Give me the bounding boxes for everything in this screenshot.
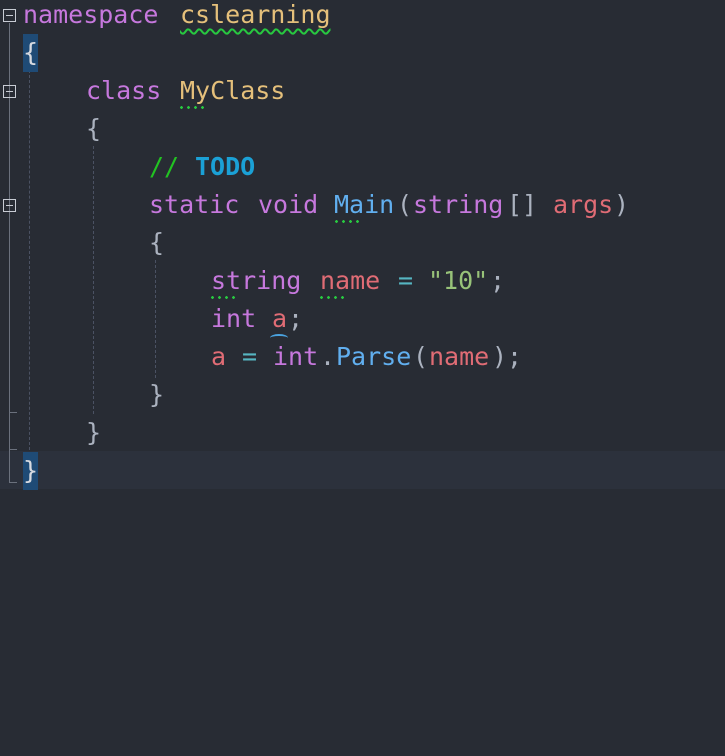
param-array-brackets: [] xyxy=(507,190,538,219)
semicolon: ; xyxy=(507,342,523,371)
keyword-class: class xyxy=(86,76,162,105)
code-line-5[interactable]: // TODO xyxy=(0,148,255,186)
current-line-highlight xyxy=(0,451,725,489)
param-args: args xyxy=(553,190,614,219)
string-suggestion-dots xyxy=(209,296,237,299)
main-open-brace: { xyxy=(149,228,165,257)
var-name-decl: name xyxy=(320,266,381,295)
type-int: int xyxy=(211,304,257,333)
code-line-8[interactable]: string name = "10" ; xyxy=(0,262,505,300)
indent-guide-2 xyxy=(93,146,94,414)
call-open-paren: ( xyxy=(413,342,429,371)
method-parse: Parse xyxy=(336,342,412,371)
type-int-call: int xyxy=(273,342,319,371)
code-line-7[interactable]: { xyxy=(0,224,164,262)
code-line-2[interactable]: { xyxy=(0,34,60,72)
namespace-close-brace: } xyxy=(23,452,39,490)
code-editor[interactable]: namespace cslearning { class MyClass { /… xyxy=(0,0,725,502)
code-line-11[interactable]: } xyxy=(0,376,164,414)
method-name-main: Main xyxy=(334,190,395,219)
var-a-assign: a xyxy=(211,342,227,371)
main-close-brace: } xyxy=(149,380,165,409)
assign-op: = xyxy=(242,342,258,371)
keyword-namespace: namespace xyxy=(23,0,159,29)
todo-marker: TODO xyxy=(195,152,256,181)
class-close-brace: } xyxy=(86,418,102,447)
keyword-void: void xyxy=(258,190,319,219)
assign-op: = xyxy=(398,266,414,295)
namespace-name: cslearning xyxy=(180,0,331,29)
param-type-string: string xyxy=(413,190,504,219)
main-suggestion-dots xyxy=(333,220,361,223)
type-string: string xyxy=(211,266,302,295)
code-line-12[interactable]: } xyxy=(0,414,101,452)
call-close-paren: ) xyxy=(492,342,508,371)
indent-guide-3 xyxy=(155,260,156,378)
member-dot: . xyxy=(320,342,336,371)
semicolon: ; xyxy=(288,304,304,333)
code-line-4[interactable]: { xyxy=(0,110,101,148)
keyword-static: static xyxy=(149,190,240,219)
param-close-paren: ) xyxy=(614,190,630,219)
class-name: MyClass xyxy=(180,76,286,105)
code-line-10[interactable]: a = int . Parse ( name ) ; xyxy=(0,338,522,376)
semicolon: ; xyxy=(490,266,506,295)
code-line-1[interactable]: namespace cslearning xyxy=(0,0,331,34)
var-a-decl: a xyxy=(272,304,288,333)
code-line-9[interactable]: int a ; xyxy=(0,300,303,338)
name-suggestion-dots xyxy=(318,296,346,299)
namespace-open-brace: { xyxy=(23,34,39,72)
code-line-13[interactable]: } xyxy=(0,452,60,490)
code-line-3[interactable]: class MyClass xyxy=(0,72,285,110)
comment-slashes: // xyxy=(149,152,180,181)
arg-name: name xyxy=(429,342,490,371)
class-name-suggestion-dots xyxy=(178,106,206,109)
class-open-brace: { xyxy=(86,114,102,143)
string-literal: "10" xyxy=(428,266,489,295)
param-open-paren: ( xyxy=(397,190,413,219)
code-line-6[interactable]: static void Main ( string [] args ) xyxy=(0,186,629,224)
